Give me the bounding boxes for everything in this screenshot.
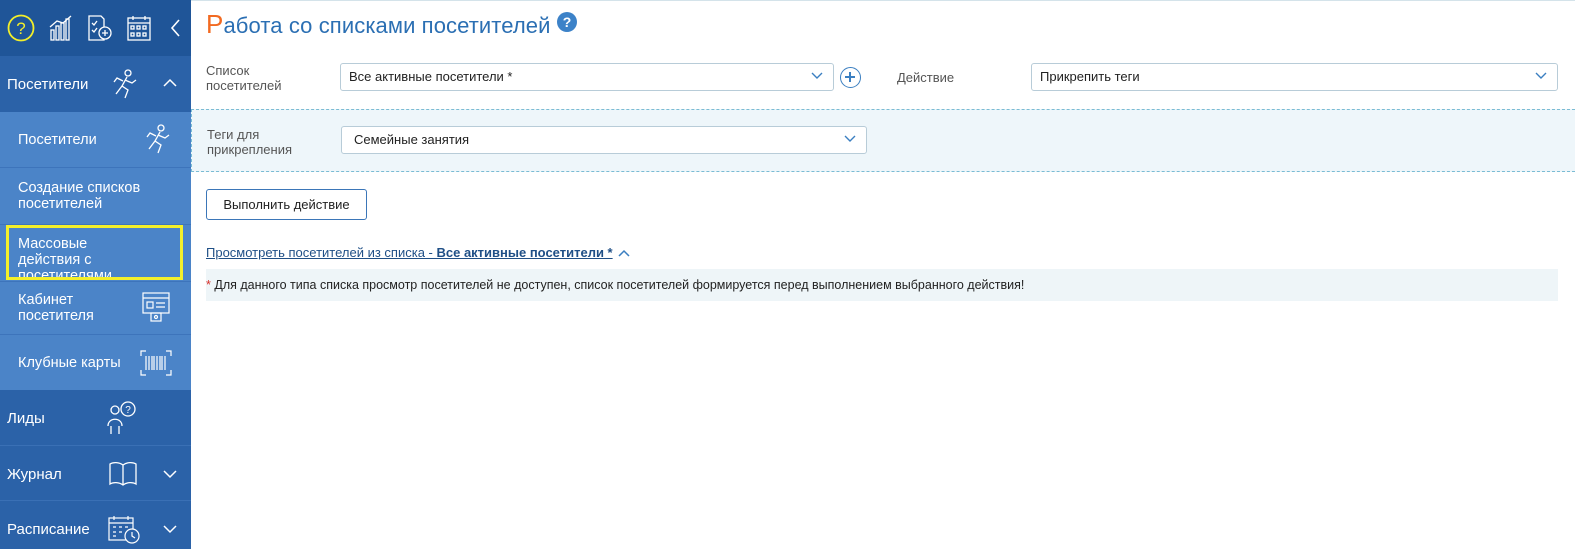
chevron-down-icon <box>844 135 856 142</box>
view-link-prefix: Просмотреть посетителей из списка - <box>206 245 437 260</box>
book-icon <box>109 461 137 486</box>
tags-label: Теги для прикрепления <box>207 127 293 157</box>
chevron-down-icon[interactable] <box>163 469 177 479</box>
sidebar-item-label: Клубные карты <box>18 355 121 371</box>
sidebar-section-leads[interactable]: Лиды ? <box>0 390 191 445</box>
execute-action-button[interactable]: Выполнить действие <box>206 189 367 220</box>
action-select-value: Прикрепить теги <box>1040 69 1140 84</box>
sidebar-toolbar: ? <box>0 0 191 56</box>
sidebar: ? Посетители Посетители Создание списков… <box>0 0 191 549</box>
help-icon[interactable]: ? <box>557 12 577 32</box>
sidebar-item-label: Посетители <box>18 132 97 148</box>
list-select[interactable]: Все активные посетители * <box>340 63 834 91</box>
sidebar-item-club-cards[interactable]: Клубные карты <box>0 334 191 390</box>
cabinet-icon <box>142 292 170 322</box>
tags-panel: Теги для прикрепления Семейные занятия <box>191 109 1575 172</box>
view-link-list-name: Все активные посетители * <box>436 245 613 260</box>
svg-text:?: ? <box>125 405 131 416</box>
sidebar-item-visitor-cabinet[interactable]: Кабинет посетителя <box>0 281 191 334</box>
schedule-icon <box>108 516 140 544</box>
chevron-up-icon[interactable] <box>618 249 630 257</box>
sidebar-section-visitors[interactable]: Посетители <box>0 56 191 112</box>
view-visitors-link[interactable]: Просмотреть посетителей из списка - Все … <box>206 245 613 260</box>
chevron-down-icon[interactable] <box>163 524 177 534</box>
action-select[interactable]: Прикрепить теги <box>1031 63 1558 91</box>
barcode-icon <box>140 350 172 376</box>
page-title-text: абота со списками посетителей <box>223 13 551 38</box>
running-person-icon <box>113 69 137 99</box>
action-label: Действие <box>897 70 955 85</box>
page-title-first-letter: Р <box>206 9 224 39</box>
chevron-up-icon[interactable] <box>163 78 177 88</box>
help-icon[interactable]: ? <box>5 12 37 44</box>
list-label: Список посетителей <box>206 63 282 93</box>
tags-select-value: Семейные занятия <box>354 132 470 147</box>
sidebar-item-create-lists[interactable]: Создание списков посетителей <box>0 167 191 224</box>
person-question-icon: ? <box>107 401 136 434</box>
chevron-down-icon <box>811 72 823 79</box>
sidebar-item-label: Создание списков посетителей <box>18 180 141 212</box>
svg-text:?: ? <box>16 19 25 38</box>
sidebar-section-label: Посетители <box>7 76 89 93</box>
sidebar-item-visitors[interactable]: Посетители <box>0 112 191 167</box>
sidebar-section-label: Расписание <box>7 521 90 538</box>
sidebar-section-label: Лиды <box>7 410 45 427</box>
page-title: Работа со списками посетителей <box>206 9 551 40</box>
tags-select[interactable]: Семейные занятия <box>341 126 867 154</box>
list-select-value: Все активные посетители * <box>349 69 513 84</box>
highlight-frame <box>6 225 183 280</box>
collapse-arrow-icon[interactable] <box>160 12 192 44</box>
sidebar-section-label: Журнал <box>7 466 62 483</box>
chevron-down-icon <box>1535 72 1547 79</box>
sidebar-section-journal[interactable]: Журнал <box>0 445 191 500</box>
running-person-icon <box>146 124 170 154</box>
document-add-icon[interactable] <box>83 12 115 44</box>
main-content: Работа со списками посетителей ? Список … <box>191 0 1575 549</box>
sidebar-section-schedule[interactable]: Расписание <box>0 500 191 549</box>
stats-icon[interactable] <box>45 12 77 44</box>
calendar-grid-icon[interactable] <box>123 12 155 44</box>
note-text: Для данного типа списка просмотр посетит… <box>210 278 1025 292</box>
info-note: * Для данного типа списка просмотр посет… <box>206 269 1558 301</box>
add-list-button[interactable] <box>840 67 861 88</box>
sidebar-item-label: Кабинет посетителя <box>18 292 94 324</box>
